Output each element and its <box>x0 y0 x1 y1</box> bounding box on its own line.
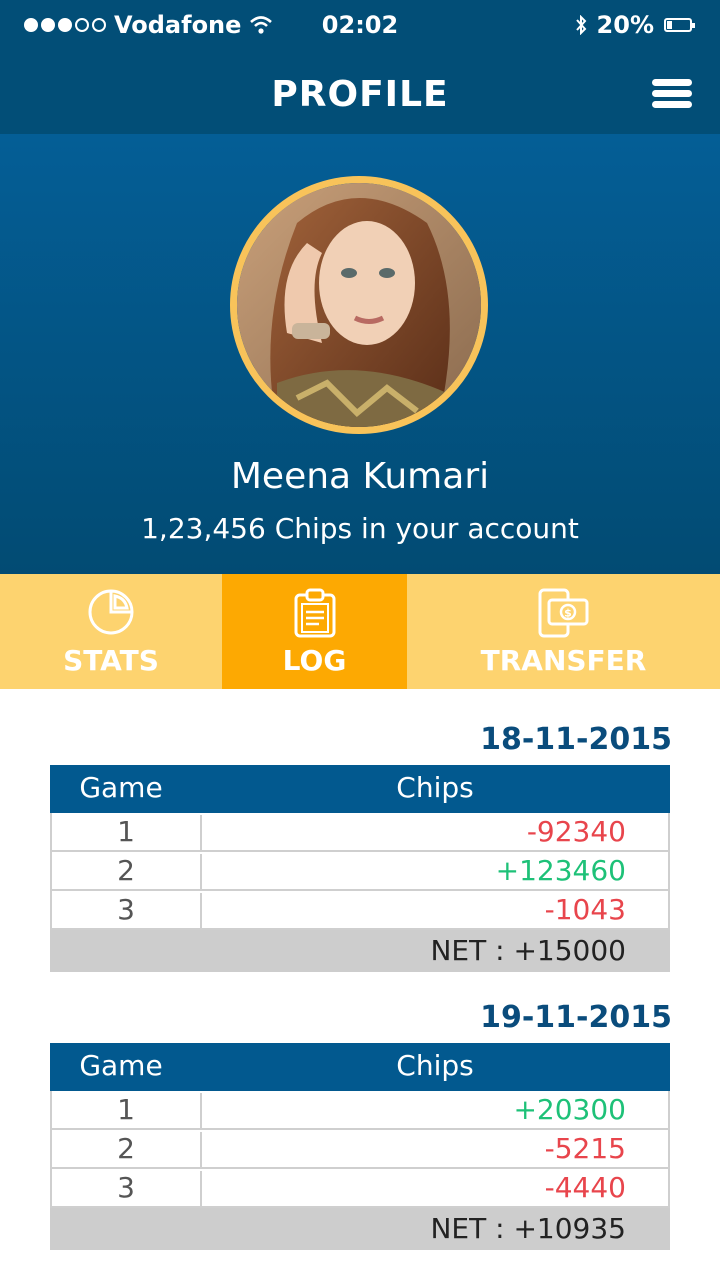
svg-text:$: $ <box>564 607 572 620</box>
avatar-photo <box>237 183 481 427</box>
game-number: 2 <box>52 1132 202 1167</box>
log-date: 19-11-2015 <box>480 1000 672 1035</box>
table-row: 2 +123460 <box>50 852 670 891</box>
net-total: NET : +15000 <box>430 934 626 967</box>
chips-value: -4440 <box>544 1171 626 1204</box>
column-header-game: Game <box>79 1049 163 1082</box>
chips-value: +20300 <box>513 1093 626 1126</box>
clipboard-icon <box>294 588 335 638</box>
column-header-chips: Chips <box>396 1049 474 1082</box>
status-right: 20% <box>575 11 695 39</box>
tab-transfer[interactable]: $ TRANSFER <box>407 574 720 689</box>
game-number: 3 <box>52 893 202 928</box>
chips-value: +123460 <box>495 854 626 887</box>
tab-label-transfer: TRANSFER <box>480 644 647 677</box>
chips-value: -5215 <box>544 1132 626 1165</box>
battery-icon <box>664 18 695 32</box>
table-row: 2 -5215 <box>50 1130 670 1169</box>
status-bar: Vodafone 02:02 20% <box>0 0 720 52</box>
game-number: 1 <box>52 815 202 850</box>
table-header: Game Chips <box>50 765 670 813</box>
chips-value: -92340 <box>526 815 626 848</box>
tab-label-stats: STATS <box>63 644 159 677</box>
log-table: Game Chips 1 +20300 2 -5215 3 -4440 NET … <box>50 1043 670 1250</box>
page-title: PROFILE <box>271 74 449 115</box>
game-number: 2 <box>52 854 202 889</box>
table-row: 3 -4440 <box>50 1169 670 1208</box>
avatar[interactable] <box>230 176 488 434</box>
chips-balance: 1,23,456 Chips in your account <box>141 512 579 545</box>
net-total-row: NET : +15000 <box>50 930 670 972</box>
phone-money-icon: $ <box>538 588 588 638</box>
log-table: Game Chips 1 -92340 2 +123460 3 -1043 NE… <box>50 765 670 972</box>
game-number: 3 <box>52 1171 202 1206</box>
table-row: 3 -1043 <box>50 891 670 930</box>
profile-name: Meena Kumari <box>230 456 490 497</box>
table-row: 1 -92340 <box>50 813 670 852</box>
navigation-bar: PROFILE <box>0 52 720 134</box>
chips-value: -1043 <box>544 893 626 926</box>
bluetooth-icon <box>575 15 586 35</box>
tab-bar: STATS LOG $ TRANSFER <box>0 574 720 689</box>
hamburger-menu-icon[interactable] <box>652 79 692 109</box>
battery-percent: 20% <box>596 11 654 39</box>
tab-label-log: LOG <box>282 644 347 677</box>
table-row: 1 +20300 <box>50 1091 670 1130</box>
game-number: 1 <box>52 1093 202 1128</box>
profile-header: Meena Kumari 1,23,456 Chips in your acco… <box>0 134 720 574</box>
log-date: 18-11-2015 <box>480 722 672 757</box>
net-total-row: NET : +10935 <box>50 1208 670 1250</box>
tab-stats[interactable]: STATS <box>0 574 222 689</box>
tab-log[interactable]: LOG <box>222 574 407 689</box>
net-total: NET : +10935 <box>430 1212 626 1245</box>
column-header-game: Game <box>79 771 163 804</box>
pie-chart-icon <box>88 589 134 635</box>
table-header: Game Chips <box>50 1043 670 1091</box>
column-header-chips: Chips <box>396 771 474 804</box>
